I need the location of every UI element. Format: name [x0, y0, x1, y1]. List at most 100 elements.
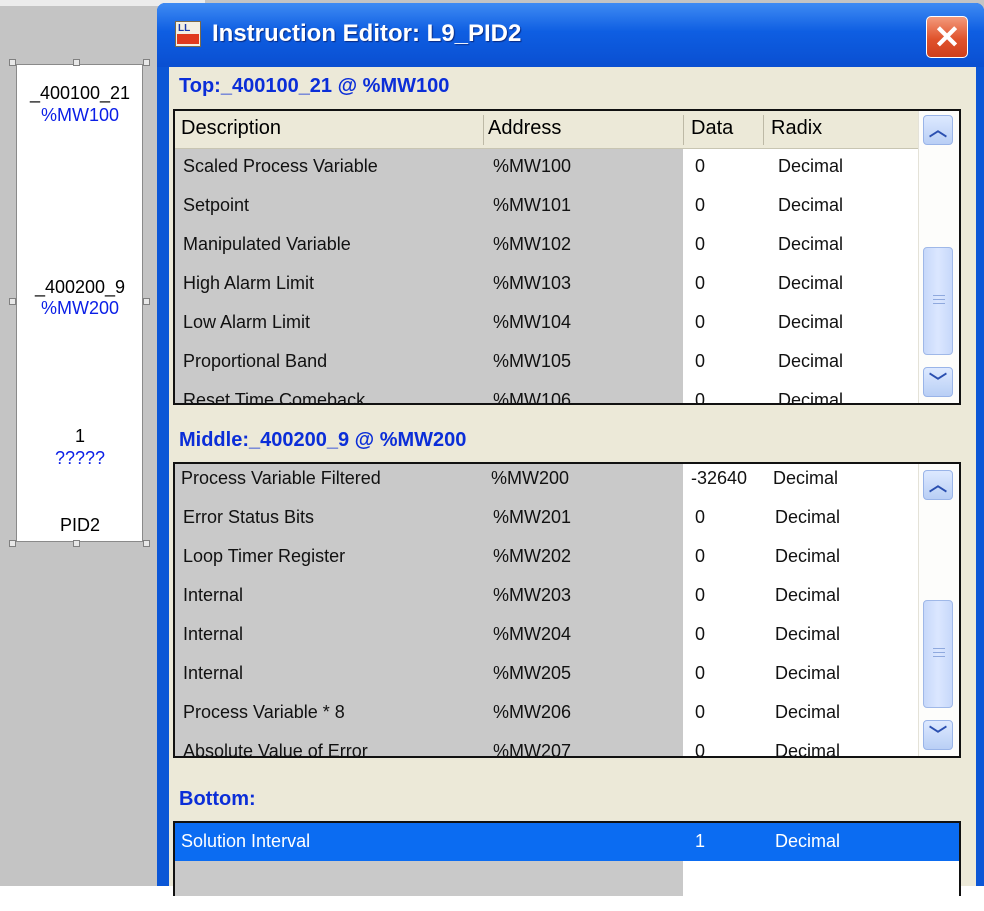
row-address: %MW105 — [493, 351, 572, 371]
row-data[interactable]: 0 — [695, 273, 705, 294]
row-radix[interactable]: Decimal — [773, 468, 838, 489]
table-row[interactable]: Loop Timer Register %MW202 0 Decimal — [175, 538, 925, 577]
row-data[interactable]: 0 — [695, 234, 705, 255]
column-header-description[interactable]: Description — [181, 117, 281, 140]
row-radix[interactable]: Decimal — [778, 312, 843, 333]
scroll-down-button[interactable]: ﹀ — [923, 367, 953, 397]
row-description: Setpoint — [183, 195, 250, 215]
row-description: Internal — [183, 585, 244, 605]
row-radix[interactable]: Decimal — [775, 585, 840, 606]
column-header-data[interactable]: Data — [691, 117, 733, 140]
row-data[interactable]: 0 — [695, 351, 705, 372]
scroll-up-button[interactable]: ︿ — [923, 470, 953, 500]
row-radix[interactable]: Decimal — [775, 741, 840, 756]
row-address: %MW203 — [493, 585, 572, 605]
row-radix[interactable]: Decimal — [778, 234, 843, 255]
row-description: Reset Time Comeback — [183, 390, 366, 405]
row-data[interactable]: 0 — [695, 624, 705, 645]
row-radix[interactable]: Decimal — [775, 507, 840, 528]
row-address: %MW103 — [493, 273, 572, 293]
table-row[interactable]: Process Variable * 8 %MW206 0 Decimal — [175, 694, 925, 733]
table-row[interactable]: Scaled Process Variable %MW100 0 Decimal — [175, 148, 925, 187]
row-data[interactable]: 0 — [695, 546, 705, 567]
table-row[interactable]: Absolute Value of Error %MW207 0 Decimal — [175, 733, 925, 756]
row-address: %MW205 — [493, 663, 572, 683]
row-data[interactable]: 0 — [695, 390, 705, 403]
row-data[interactable]: 0 — [695, 312, 705, 333]
chevron-down-icon: ﹀ — [929, 372, 947, 392]
bottom-register-grid[interactable]: Solution Interval 1 Decimal — [173, 821, 961, 896]
scroll-down-button[interactable]: ﹀ — [923, 720, 953, 750]
resize-handle[interactable] — [143, 298, 150, 305]
row-data[interactable]: 1 — [695, 831, 705, 852]
chevron-down-icon: ﹀ — [929, 725, 947, 745]
column-header-radix[interactable]: Radix — [771, 117, 822, 140]
row-data[interactable]: 0 — [695, 195, 705, 216]
table-row[interactable]: Error Status Bits %MW201 0 Decimal — [175, 499, 925, 538]
table-row[interactable]: Setpoint %MW101 0 Decimal — [175, 187, 925, 226]
top-section-label: Top:_400100_21 @ %MW100 — [179, 75, 450, 97]
table-row[interactable]: High Alarm Limit %MW103 0 Decimal — [175, 265, 925, 304]
row-description: Low Alarm Limit — [183, 312, 311, 332]
resize-handle[interactable] — [9, 298, 16, 305]
resize-handle[interactable] — [143, 540, 150, 547]
dialog-client-area: Top:_400100_21 @ %MW100 Description Addr… — [169, 67, 976, 896]
row-radix[interactable]: Decimal — [775, 831, 840, 852]
grid-header: Description Address Data Radix — [175, 111, 921, 149]
row-radix[interactable]: Decimal — [778, 351, 843, 372]
table-row[interactable]: Low Alarm Limit %MW104 0 Decimal — [175, 304, 925, 343]
top-register-grid[interactable]: Description Address Data Radix Scaled Pr… — [173, 109, 961, 405]
top-grid-scrollbar[interactable]: ︿ ﹀ — [918, 111, 959, 403]
close-button[interactable]: ✕ — [926, 16, 968, 58]
table-row[interactable]: Internal %MW204 0 Decimal — [175, 616, 925, 655]
table-row[interactable]: Proportional Band %MW105 0 Decimal — [175, 343, 925, 382]
dialog-titlebar[interactable]: LL Instruction Editor: L9_PID2 ✕ — [157, 3, 984, 67]
scroll-up-button[interactable]: ︿ — [923, 115, 953, 145]
row-radix[interactable]: Decimal — [775, 702, 840, 723]
row-data[interactable]: 0 — [695, 741, 705, 756]
row-radix[interactable]: Decimal — [778, 156, 843, 177]
row-description: Solution Interval — [181, 831, 311, 851]
table-row[interactable]: Process Variable Filtered %MW200 -32640 … — [175, 464, 925, 499]
row-data[interactable]: 0 — [695, 585, 705, 606]
resize-handle[interactable] — [73, 59, 80, 66]
column-header-address[interactable]: Address — [488, 117, 561, 140]
chevron-up-icon: ︿ — [929, 475, 947, 495]
row-description: Error Status Bits — [183, 507, 315, 527]
row-radix[interactable]: Decimal — [778, 390, 843, 403]
row-description: Process Variable * 8 — [183, 702, 345, 722]
row-data[interactable]: -32640 — [691, 468, 747, 489]
close-icon: ✕ — [933, 19, 961, 55]
row-radix[interactable]: Decimal — [775, 546, 840, 567]
row-data[interactable]: 0 — [695, 702, 705, 723]
resize-handle[interactable] — [143, 59, 150, 66]
row-address: %MW100 — [493, 156, 572, 176]
scroll-thumb[interactable] — [923, 247, 953, 355]
row-data[interactable]: 0 — [695, 663, 705, 684]
bottom-section-label: Bottom: — [179, 788, 256, 810]
middle-register-grid[interactable]: Process Variable Filtered %MW200 -32640 … — [173, 462, 961, 758]
row-data[interactable]: 0 — [695, 507, 705, 528]
resize-handle[interactable] — [9, 59, 16, 66]
table-row[interactable]: Internal %MW205 0 Decimal — [175, 655, 925, 694]
row-radix[interactable]: Decimal — [775, 663, 840, 684]
table-row[interactable]: Solution Interval 1 Decimal — [175, 823, 959, 861]
scroll-thumb[interactable] — [923, 600, 953, 708]
middle-grid-scrollbar[interactable]: ︿ ﹀ — [918, 464, 959, 756]
block-top-variable: _400100_21 — [29, 83, 131, 103]
pid-function-block[interactable]: _400100_21 %MW100 _400200_9 %MW200 1 ???… — [16, 64, 143, 542]
row-description: Scaled Process Variable — [183, 156, 378, 176]
table-row[interactable]: Reset Time Comeback %MW106 0 Decimal — [175, 382, 925, 405]
row-radix[interactable]: Decimal — [778, 195, 843, 216]
row-data[interactable]: 0 — [695, 156, 705, 177]
table-row[interactable]: Manipulated Variable %MW102 0 Decimal — [175, 226, 925, 265]
row-radix[interactable]: Decimal — [775, 624, 840, 645]
resize-handle[interactable] — [9, 540, 16, 547]
block-bottom-register: ????? — [54, 448, 106, 468]
dialog-title: Instruction Editor: L9_PID2 — [212, 20, 522, 47]
block-bottom-variable: 1 — [74, 426, 85, 446]
resize-handle[interactable] — [73, 540, 80, 547]
table-row[interactable]: Internal %MW203 0 Decimal — [175, 577, 925, 616]
row-address: %MW104 — [493, 312, 572, 332]
row-radix[interactable]: Decimal — [778, 273, 843, 294]
